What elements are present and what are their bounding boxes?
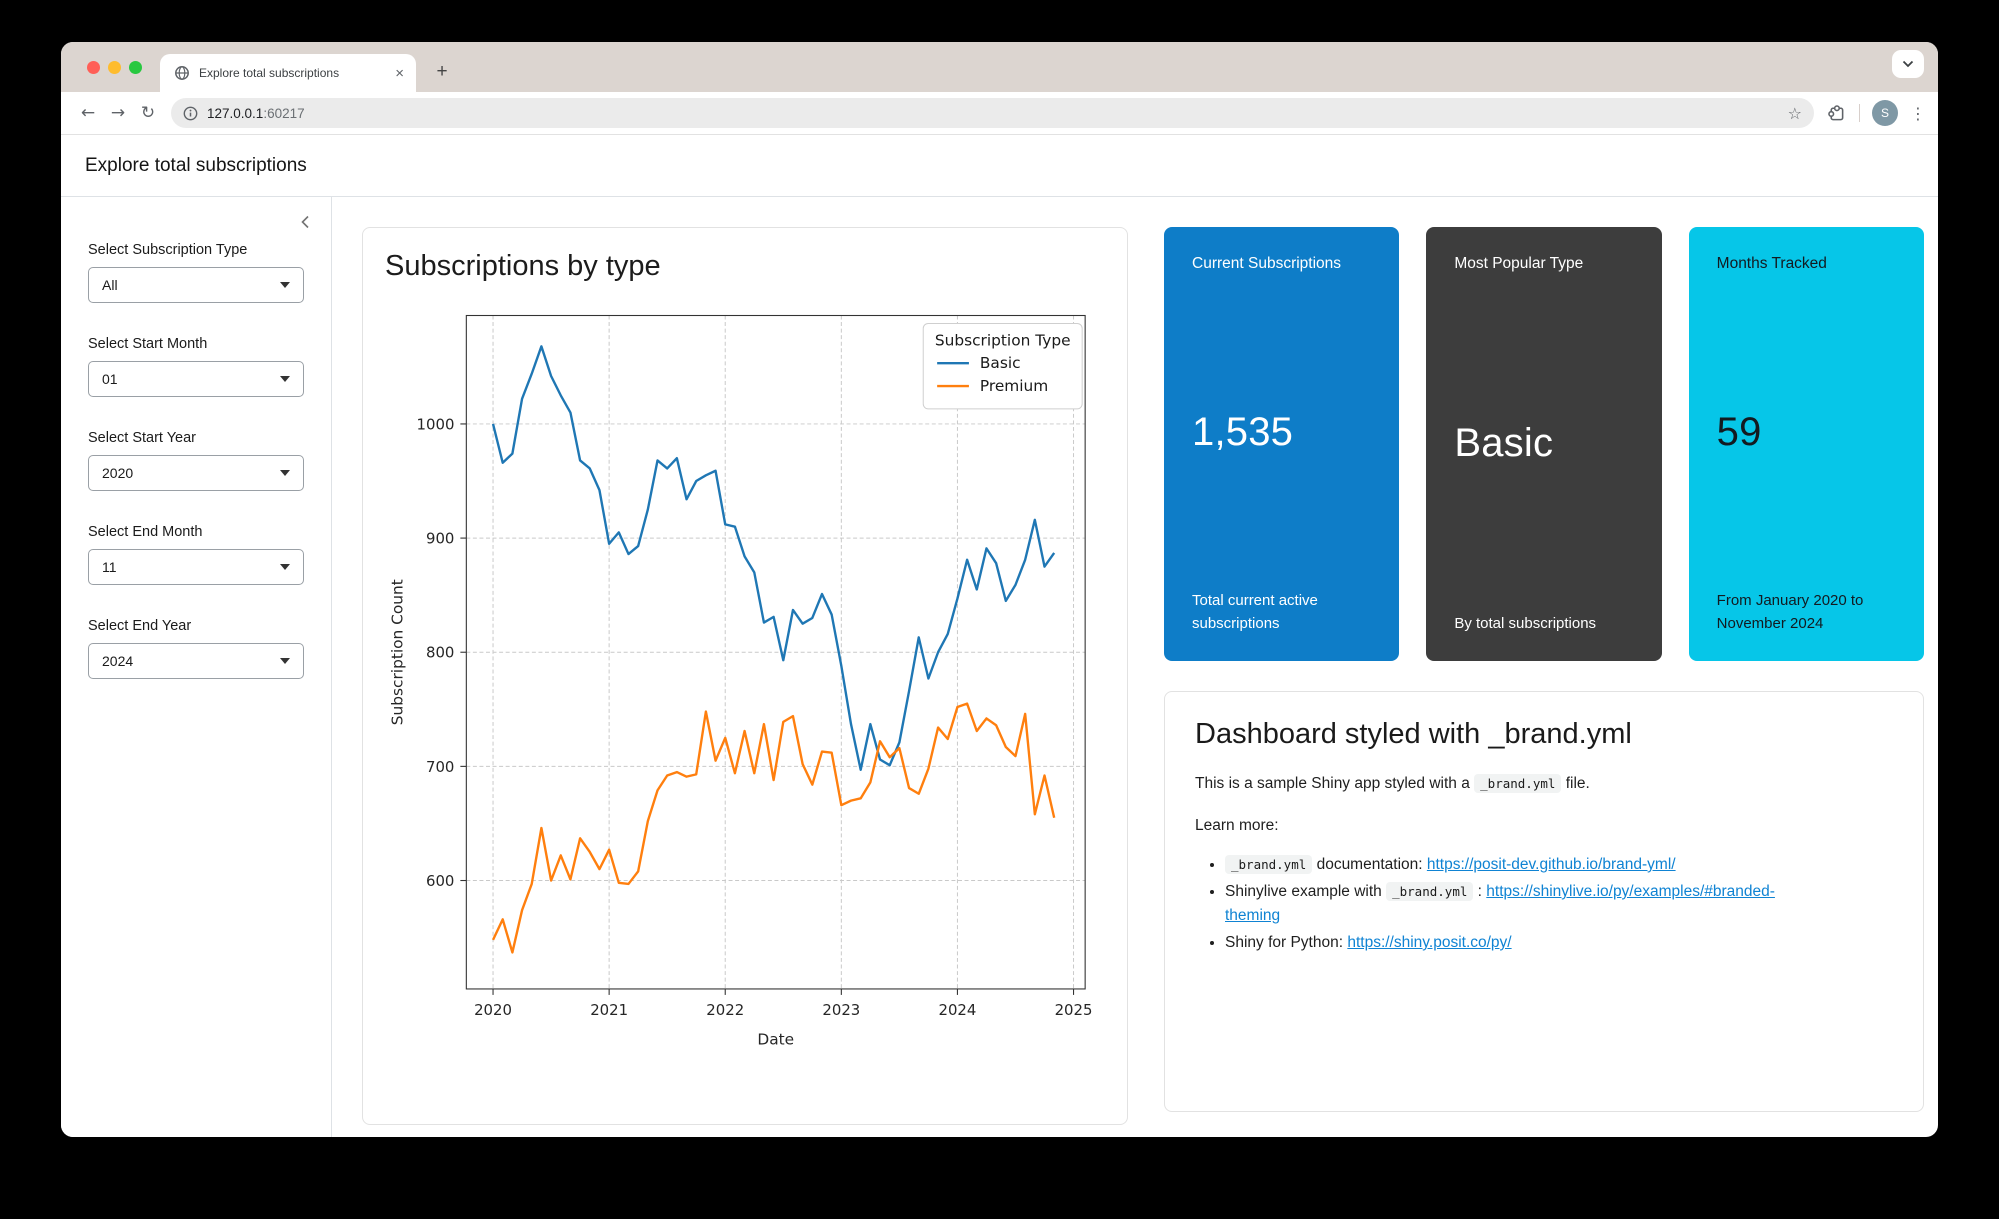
profile-avatar[interactable]: S	[1872, 100, 1898, 126]
browser-tab[interactable]: Explore total subscriptions ×	[160, 54, 416, 92]
page-title: Explore total subscriptions	[85, 155, 307, 177]
value-box-title: Current Subscriptions	[1192, 253, 1342, 275]
back-button[interactable]: ←	[73, 98, 103, 128]
forward-button[interactable]: →	[103, 98, 133, 128]
svg-text:800: 800	[426, 644, 454, 662]
learn-more-list: _brand.yml documentation: https://posit-…	[1195, 853, 1893, 955]
end-month-select[interactable]: 11	[88, 549, 304, 585]
svg-text:Date: Date	[757, 1031, 794, 1049]
text-segment: documentation:	[1312, 856, 1427, 873]
tab-title: Explore total subscriptions	[199, 66, 393, 80]
svg-text:2024: 2024	[939, 1001, 977, 1019]
start-year-select[interactable]: 2020	[88, 455, 304, 491]
svg-text:700: 700	[426, 758, 454, 776]
svg-text:Subscription Type: Subscription Type	[935, 331, 1071, 349]
info-card-intro: This is a sample Shiny app styled with a…	[1195, 775, 1893, 793]
svg-text:2021: 2021	[590, 1001, 628, 1019]
end-month-label: Select End Month	[88, 524, 304, 540]
toolbar-actions: S ⋮	[1822, 100, 1926, 126]
site-info-icon[interactable]	[183, 106, 198, 121]
inline-code: _brand.yml	[1474, 774, 1561, 793]
select-caret-icon	[280, 282, 290, 288]
address-bar[interactable]: 127.0.0.1:60217 ☆	[171, 98, 1814, 128]
text-segment: :	[1473, 883, 1486, 900]
start-month-select[interactable]: 01	[88, 361, 304, 397]
value-box-caption: Total current active subscriptions	[1192, 590, 1371, 635]
subscription-type-label: Select Subscription Type	[88, 242, 304, 258]
svg-text:2023: 2023	[822, 1001, 860, 1019]
value-box-most-popular-type: Most Popular Type Basic By total subscri…	[1426, 227, 1661, 661]
svg-text:2022: 2022	[706, 1001, 744, 1019]
end-year-label: Select End Year	[88, 618, 304, 634]
chart-card: Subscriptions by type 202020212022202320…	[362, 227, 1128, 1125]
learn-more-item: _brand.yml documentation: https://posit-…	[1225, 853, 1785, 877]
reload-button[interactable]: ↻	[133, 98, 163, 128]
subscription-type-select[interactable]: All	[88, 267, 304, 303]
svg-text:2020: 2020	[474, 1001, 512, 1019]
svg-text:Subscription Count: Subscription Count	[389, 579, 407, 725]
svg-text:2025: 2025	[1055, 1001, 1093, 1019]
url-text: 127.0.0.1:60217	[207, 106, 305, 121]
tab-close-icon[interactable]: ×	[393, 66, 406, 81]
favicon-globe-icon	[174, 65, 190, 81]
start-month-label: Select Start Month	[88, 336, 304, 352]
inline-code: _brand.yml	[1386, 882, 1473, 901]
main-content: Subscriptions by type 202020212022202320…	[332, 197, 1938, 1137]
sidebar-collapse-button[interactable]	[299, 213, 311, 236]
value-box-value: 1,535	[1192, 275, 1371, 590]
svg-text:900: 900	[426, 530, 454, 548]
end-year-select[interactable]: 2024	[88, 643, 304, 679]
learn-more-label: Learn more:	[1195, 817, 1893, 835]
value-box-row: Current Subscriptions 1,535 Total curren…	[1164, 227, 1924, 661]
subscriptions-line-chart: 2020 2021 2022 2023 2024 2025 600 700 800 900 1000…	[367, 291, 1107, 1081]
browser-toolbar: ← → ↻ 127.0.0.1:60217 ☆ S ⋮	[61, 92, 1938, 135]
text-segment: This is a sample Shiny app styled with a	[1195, 775, 1474, 792]
close-window-button[interactable]	[87, 61, 100, 74]
value-box-title: Most Popular Type	[1454, 253, 1604, 275]
inline-code: _brand.yml	[1225, 855, 1312, 874]
text-segment: Shiny for Python:	[1225, 934, 1347, 951]
value-box-value: Basic	[1454, 275, 1633, 612]
tab-strip: Explore total subscriptions × +	[61, 42, 1938, 92]
learn-more-item: Shiny for Python: https://shiny.posit.co…	[1225, 931, 1785, 955]
value-box-caption: From January 2020 to November 2024	[1717, 590, 1896, 635]
new-tab-button[interactable]: +	[429, 59, 455, 85]
value-box-caption: By total subscriptions	[1454, 613, 1633, 636]
svg-text:Basic: Basic	[980, 354, 1021, 372]
svg-text:Premium: Premium	[980, 377, 1048, 395]
info-card: Dashboard styled with _brand.yml This is…	[1164, 691, 1924, 1112]
select-caret-icon	[280, 658, 290, 664]
external-link[interactable]: https://shiny.posit.co/py/	[1347, 934, 1511, 951]
start-year-label: Select Start Year	[88, 430, 304, 446]
extensions-icon[interactable]	[1826, 103, 1847, 124]
svg-text:1000: 1000	[417, 415, 455, 433]
text-segment: file.	[1561, 775, 1589, 792]
tab-search-button[interactable]	[1892, 50, 1924, 78]
external-link[interactable]: https://posit-dev.github.io/brand-yml/	[1427, 856, 1676, 873]
svg-text:600: 600	[426, 872, 454, 890]
browser-window: Explore total subscriptions × + ← → ↻ 12…	[61, 42, 1938, 1137]
minimize-window-button[interactable]	[108, 61, 121, 74]
learn-more-item: Shinylive example with _brand.yml : http…	[1225, 880, 1785, 928]
select-caret-icon	[280, 564, 290, 570]
browser-menu-icon[interactable]: ⋮	[1910, 104, 1926, 123]
chevron-left-icon	[299, 213, 311, 231]
bookmark-star-icon[interactable]: ☆	[1788, 104, 1802, 123]
value-box-current-subscriptions: Current Subscriptions 1,535 Total curren…	[1164, 227, 1399, 661]
value-box-value: 59	[1717, 275, 1896, 590]
text-segment: Shinylive example with	[1225, 883, 1386, 900]
window-controls	[87, 61, 142, 74]
chart-title: Subscriptions by type	[385, 250, 1115, 283]
select-caret-icon	[280, 470, 290, 476]
app-header: Explore total subscriptions	[61, 135, 1938, 197]
toolbar-divider	[1859, 104, 1860, 122]
value-box-title: Months Tracked	[1717, 253, 1867, 275]
select-caret-icon	[280, 376, 290, 382]
chevron-down-icon	[1902, 60, 1914, 68]
zoom-window-button[interactable]	[129, 61, 142, 74]
sidebar: Select Subscription Type All Select Star…	[61, 197, 332, 1137]
info-card-title: Dashboard styled with _brand.yml	[1195, 718, 1893, 751]
value-box-months-tracked: Months Tracked 59 From January 2020 to N…	[1689, 227, 1924, 661]
